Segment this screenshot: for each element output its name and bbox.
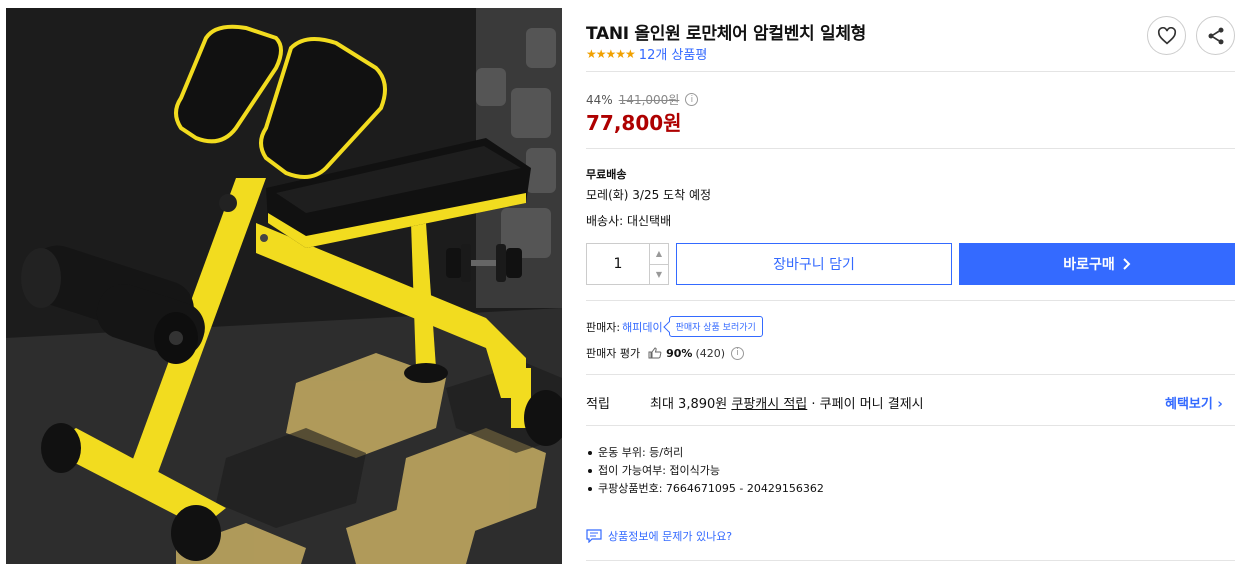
quantity-decrease-button[interactable]: ▼ (650, 263, 668, 285)
divider (586, 300, 1235, 301)
quantity-arrows: ▲ ▼ (649, 244, 668, 284)
attribute-item: 쿠팡상품번호: 7664671095 - 20429156362 (586, 480, 824, 498)
divider (586, 425, 1235, 426)
share-button[interactable] (1196, 16, 1235, 55)
thumbs-up-icon (648, 347, 662, 359)
rating-row[interactable]: ★★★★★ 12개 상품평 (586, 44, 708, 64)
product-attributes: 운동 부위: 등/허리 접이 가능여부: 접이식가능 쿠팡상품번호: 76646… (586, 444, 824, 498)
roman-chair-bench-illustration (6, 8, 562, 564)
original-price: 141,000원 (618, 93, 680, 107)
price-original-row: 44% 141,000원 i (586, 91, 699, 108)
product-info-panel: TANI 올인원 로만체어 암컬벤치 일체형 ★★★★★ 12개 상품평 44%… (586, 0, 1235, 572)
sale-price: 77,800원 (586, 111, 682, 135)
seller-rating-count: (420) (695, 346, 726, 360)
message-icon (586, 529, 602, 543)
star-rating: ★★★★★ (586, 46, 636, 61)
points-label: 적립 (586, 397, 610, 412)
seller-row: 판매자: 해피데이 판매자 상품 보러가기 (586, 316, 763, 337)
quantity-input[interactable] (587, 244, 649, 284)
report-issue-link[interactable]: 상품정보에 문제가 있나요? (586, 528, 732, 544)
info-icon[interactable]: i (731, 346, 745, 360)
divider (586, 560, 1235, 561)
seller-rating-label: 판매자 평가 (586, 347, 641, 360)
quantity-increase-button[interactable]: ▲ (650, 244, 668, 264)
view-benefits-link[interactable]: 혜택보기 › (1165, 393, 1223, 412)
info-icon[interactable]: i (685, 93, 699, 106)
buy-now-button[interactable]: 바로구매 (959, 243, 1235, 285)
review-count-link[interactable]: 12개 상품평 (639, 44, 708, 63)
chevron-right-icon (1123, 258, 1131, 270)
shipping-carrier: 배송사: 대신택배 (586, 214, 672, 228)
seller-label: 판매자: (586, 320, 621, 334)
heart-icon (1157, 26, 1176, 44)
free-shipping-label: 무료배송 (586, 168, 627, 181)
wishlist-button[interactable] (1147, 16, 1186, 55)
buy-now-label: 바로구매 (1063, 257, 1115, 273)
points-prefix: 최대 3,890원 (650, 397, 732, 412)
divider (586, 148, 1235, 149)
discount-rate: 44% (586, 92, 613, 107)
attribute-item: 운동 부위: 등/허리 (586, 444, 824, 462)
divider (586, 374, 1235, 375)
arrival-date: 모레(화) 3/25 도착 예정 (586, 188, 712, 202)
add-to-cart-button[interactable]: 장바구니 담기 (676, 243, 952, 285)
seller-products-tooltip[interactable]: 판매자 상품 보러가기 (668, 316, 763, 337)
product-image[interactable] (6, 8, 562, 564)
coupang-cash-link[interactable]: 쿠팡캐시 적립 (731, 397, 807, 412)
share-icon (1208, 27, 1223, 44)
seller-rating-percent: 90% (666, 346, 693, 360)
seller-rating-row: 판매자 평가 90% (420) i (586, 345, 745, 361)
quantity-stepper: ▲ ▼ (586, 243, 669, 285)
divider (586, 71, 1235, 72)
attribute-item: 접이 가능여부: 접이식가능 (586, 462, 824, 480)
seller-name-link[interactable]: 해피데이 (622, 319, 662, 335)
points-description: 최대 3,890원 쿠팡캐시 적립 · 쿠페이 머니 결제시 (650, 393, 924, 412)
points-suffix: · 쿠페이 머니 결제시 (807, 397, 924, 412)
report-issue-label: 상품정보에 문제가 있나요? (608, 530, 733, 543)
product-title: TANI 올인원 로만체어 암컬벤치 일체형 (586, 24, 867, 44)
